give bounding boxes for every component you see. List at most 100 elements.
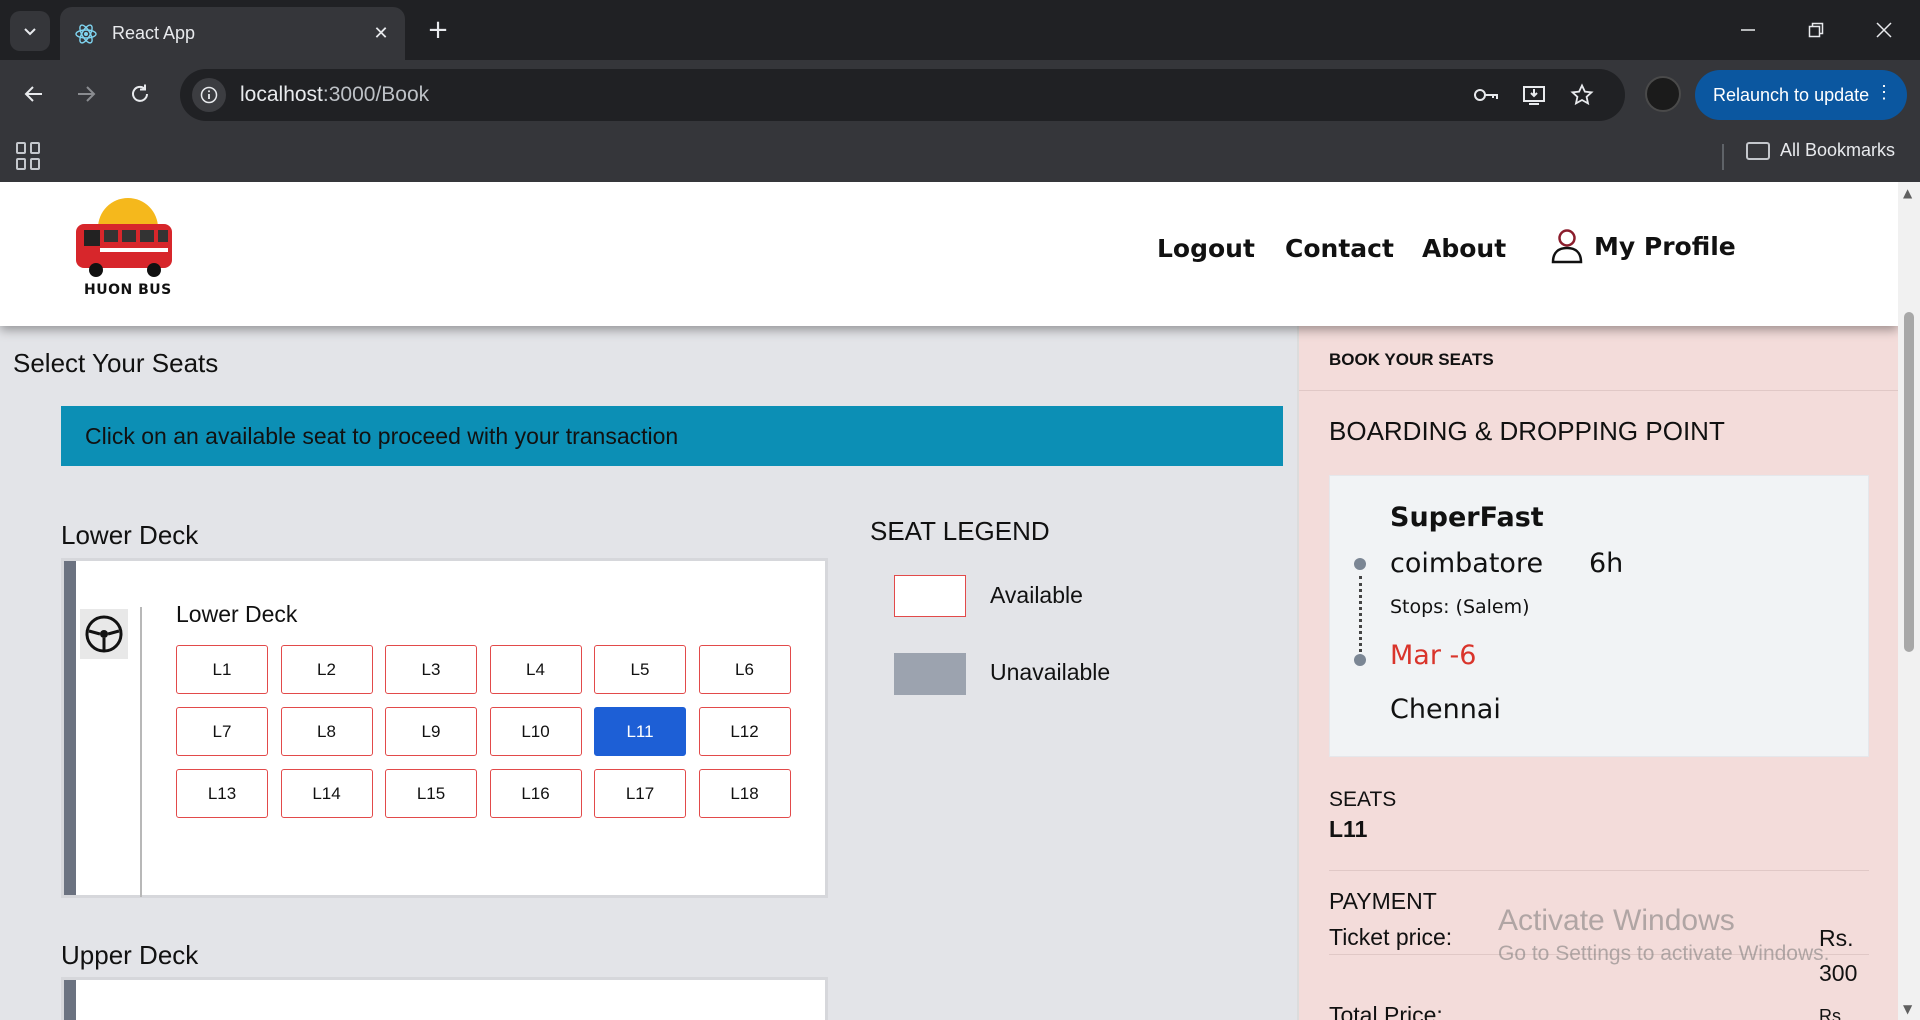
- bookmarks-bar: All Bookmarks: [0, 130, 1920, 188]
- seat-l3-button[interactable]: L3: [385, 645, 477, 694]
- deck-divider: [140, 607, 142, 897]
- boarding-city: coimbatore: [1390, 548, 1544, 579]
- seat-l13-button[interactable]: L13: [176, 769, 268, 818]
- all-bookmarks-button[interactable]: All Bookmarks: [1746, 140, 1895, 161]
- tab-search-chevron-icon[interactable]: [10, 11, 50, 51]
- payment-label: PAYMENT: [1329, 888, 1437, 914]
- divider: [1329, 954, 1869, 955]
- close-window-icon[interactable]: [1856, 8, 1912, 52]
- seats-label: SEATS: [1329, 788, 1397, 811]
- install-app-icon[interactable]: [1518, 79, 1550, 111]
- route-card: SuperFast coimbatore 6h Stops: (Salem) M…: [1329, 475, 1869, 757]
- page-scrollbar[interactable]: ▲ ▼: [1898, 182, 1920, 1020]
- total-price-currency: Rs.: [1819, 1006, 1846, 1020]
- huon-bus-logo[interactable]: HUON BUS: [70, 196, 180, 306]
- scrollbar-thumb[interactable]: [1904, 312, 1914, 652]
- lower-deck-panel: Lower Deck L1 L2 L3 L4 L5 L6 L7 L8 L9 L10 L11 L12 L1…: [61, 558, 828, 898]
- boarding-point-dot: [1354, 558, 1366, 570]
- react-icon: [72, 20, 100, 48]
- dropping-city: Chennai: [1390, 694, 1501, 725]
- seat-l11-button[interactable]: L11: [594, 707, 686, 756]
- seat-l5-button[interactable]: L5: [594, 645, 686, 694]
- selected-seats-value: L11: [1329, 816, 1368, 842]
- book-your-seats-heading: BOOK YOUR SEATS: [1329, 350, 1494, 369]
- browser-toolbar: localhost:3000/Book Relaunch to update ⋮…: [0, 60, 1920, 188]
- seat-l14-button[interactable]: L14: [280, 769, 373, 818]
- ticket-price-value: 300: [1819, 960, 1858, 986]
- legend-unavailable-swatch: [894, 653, 966, 695]
- tab-title: React App: [112, 23, 196, 43]
- nav-about[interactable]: About: [1422, 234, 1506, 263]
- site-info-icon[interactable]: [192, 78, 226, 112]
- browser-tabbar: React App ✕ +: [0, 0, 1920, 60]
- seat-l16-button[interactable]: L16: [489, 769, 582, 818]
- apps-grid-icon[interactable]: [16, 142, 44, 170]
- seat-l18-button[interactable]: L18: [698, 769, 791, 818]
- browser-profile-avatar[interactable]: [1645, 76, 1681, 112]
- scroll-down-arrow-icon[interactable]: ▼: [1903, 1002, 1912, 1016]
- trip-duration: 6h: [1589, 548, 1624, 579]
- steering-wheel-icon: [80, 609, 128, 659]
- browser-tab[interactable]: React App ✕: [60, 7, 405, 60]
- nav-contact[interactable]: Contact: [1285, 234, 1394, 263]
- back-icon[interactable]: [12, 72, 56, 116]
- page-content: HUON BUS Logout Contact About My Profile…: [0, 182, 1898, 1020]
- logo-text: HUON BUS: [84, 282, 172, 298]
- relaunch-to-update-button[interactable]: Relaunch to update ⋮: [1695, 70, 1907, 120]
- trip-date: Mar -6: [1390, 640, 1477, 671]
- deck-side-bar: [64, 980, 76, 1020]
- seat-l7-button[interactable]: L7: [176, 707, 268, 756]
- seat-l9-button[interactable]: L9: [385, 707, 477, 756]
- seat-l1-button[interactable]: L1: [176, 645, 268, 694]
- all-bookmarks-label: All Bookmarks: [1780, 140, 1896, 160]
- relaunch-label: Relaunch to update: [1713, 84, 1870, 105]
- new-tab-icon[interactable]: +: [420, 12, 456, 48]
- folder-icon: [1746, 141, 1770, 160]
- booking-side-panel: BOOK YOUR SEATS BOARDING & DROPPING POIN…: [1297, 326, 1898, 1020]
- seat-l8-button[interactable]: L8: [280, 707, 373, 756]
- password-key-icon[interactable]: [1470, 79, 1502, 111]
- legend-available-swatch: [894, 575, 966, 617]
- reload-icon[interactable]: [118, 72, 162, 116]
- seat-l17-button[interactable]: L17: [594, 769, 686, 818]
- restore-icon[interactable]: [1788, 8, 1844, 52]
- page-title: Select Your Seats: [13, 348, 219, 378]
- route-dotted-line: [1359, 576, 1362, 652]
- seat-l4-button[interactable]: L4: [489, 645, 582, 694]
- site-header: HUON BUS Logout Contact About My Profile: [0, 182, 1898, 326]
- lower-deck-inner-title: Lower Deck: [176, 601, 298, 627]
- address-bar[interactable]: localhost:3000/Book: [180, 69, 1625, 121]
- lower-deck-title: Lower Deck: [61, 520, 199, 550]
- bus-name: SuperFast: [1390, 502, 1544, 533]
- my-profile-link[interactable]: My Profile: [1550, 228, 1736, 264]
- upper-deck-panel: [61, 977, 828, 1020]
- nav-logout[interactable]: Logout: [1157, 234, 1255, 263]
- url-text[interactable]: localhost:3000/Book: [240, 83, 429, 107]
- more-menu-icon[interactable]: ⋮: [1875, 82, 1893, 103]
- scroll-up-arrow-icon[interactable]: ▲: [1903, 186, 1912, 200]
- total-price-label: Total Price:: [1329, 1002, 1443, 1020]
- seat-legend-title: SEAT LEGEND: [870, 516, 1050, 546]
- dropping-point-dot: [1354, 654, 1366, 666]
- boarding-dropping-title: BOARDING & DROPPING POINT: [1329, 416, 1725, 446]
- info-banner: Click on an available seat to proceed wi…: [61, 406, 1283, 466]
- legend-available-label: Available: [990, 582, 1083, 608]
- legend-unavailable-label: Unavailable: [990, 659, 1111, 685]
- forward-icon[interactable]: [64, 72, 108, 116]
- seat-l10-button[interactable]: L10: [489, 707, 582, 756]
- ticket-price-currency: Rs.: [1819, 925, 1854, 951]
- seat-l15-button[interactable]: L15: [385, 769, 477, 818]
- my-profile-label: My Profile: [1594, 231, 1736, 261]
- upper-deck-title: Upper Deck: [61, 940, 199, 970]
- minimize-icon[interactable]: [1720, 8, 1776, 52]
- deck-side-bar: [64, 561, 76, 895]
- bookmark-star-icon[interactable]: [1566, 79, 1598, 111]
- seat-l6-button[interactable]: L6: [698, 645, 791, 694]
- close-tab-icon[interactable]: ✕: [365, 18, 397, 50]
- bookmarks-separator: [1722, 144, 1724, 170]
- seat-l2-button[interactable]: L2: [280, 645, 373, 694]
- trip-stops: Stops: (Salem): [1390, 596, 1530, 618]
- ticket-price-label: Ticket price:: [1329, 924, 1453, 950]
- seat-l12-button[interactable]: L12: [698, 707, 791, 756]
- divider: [1299, 390, 1898, 391]
